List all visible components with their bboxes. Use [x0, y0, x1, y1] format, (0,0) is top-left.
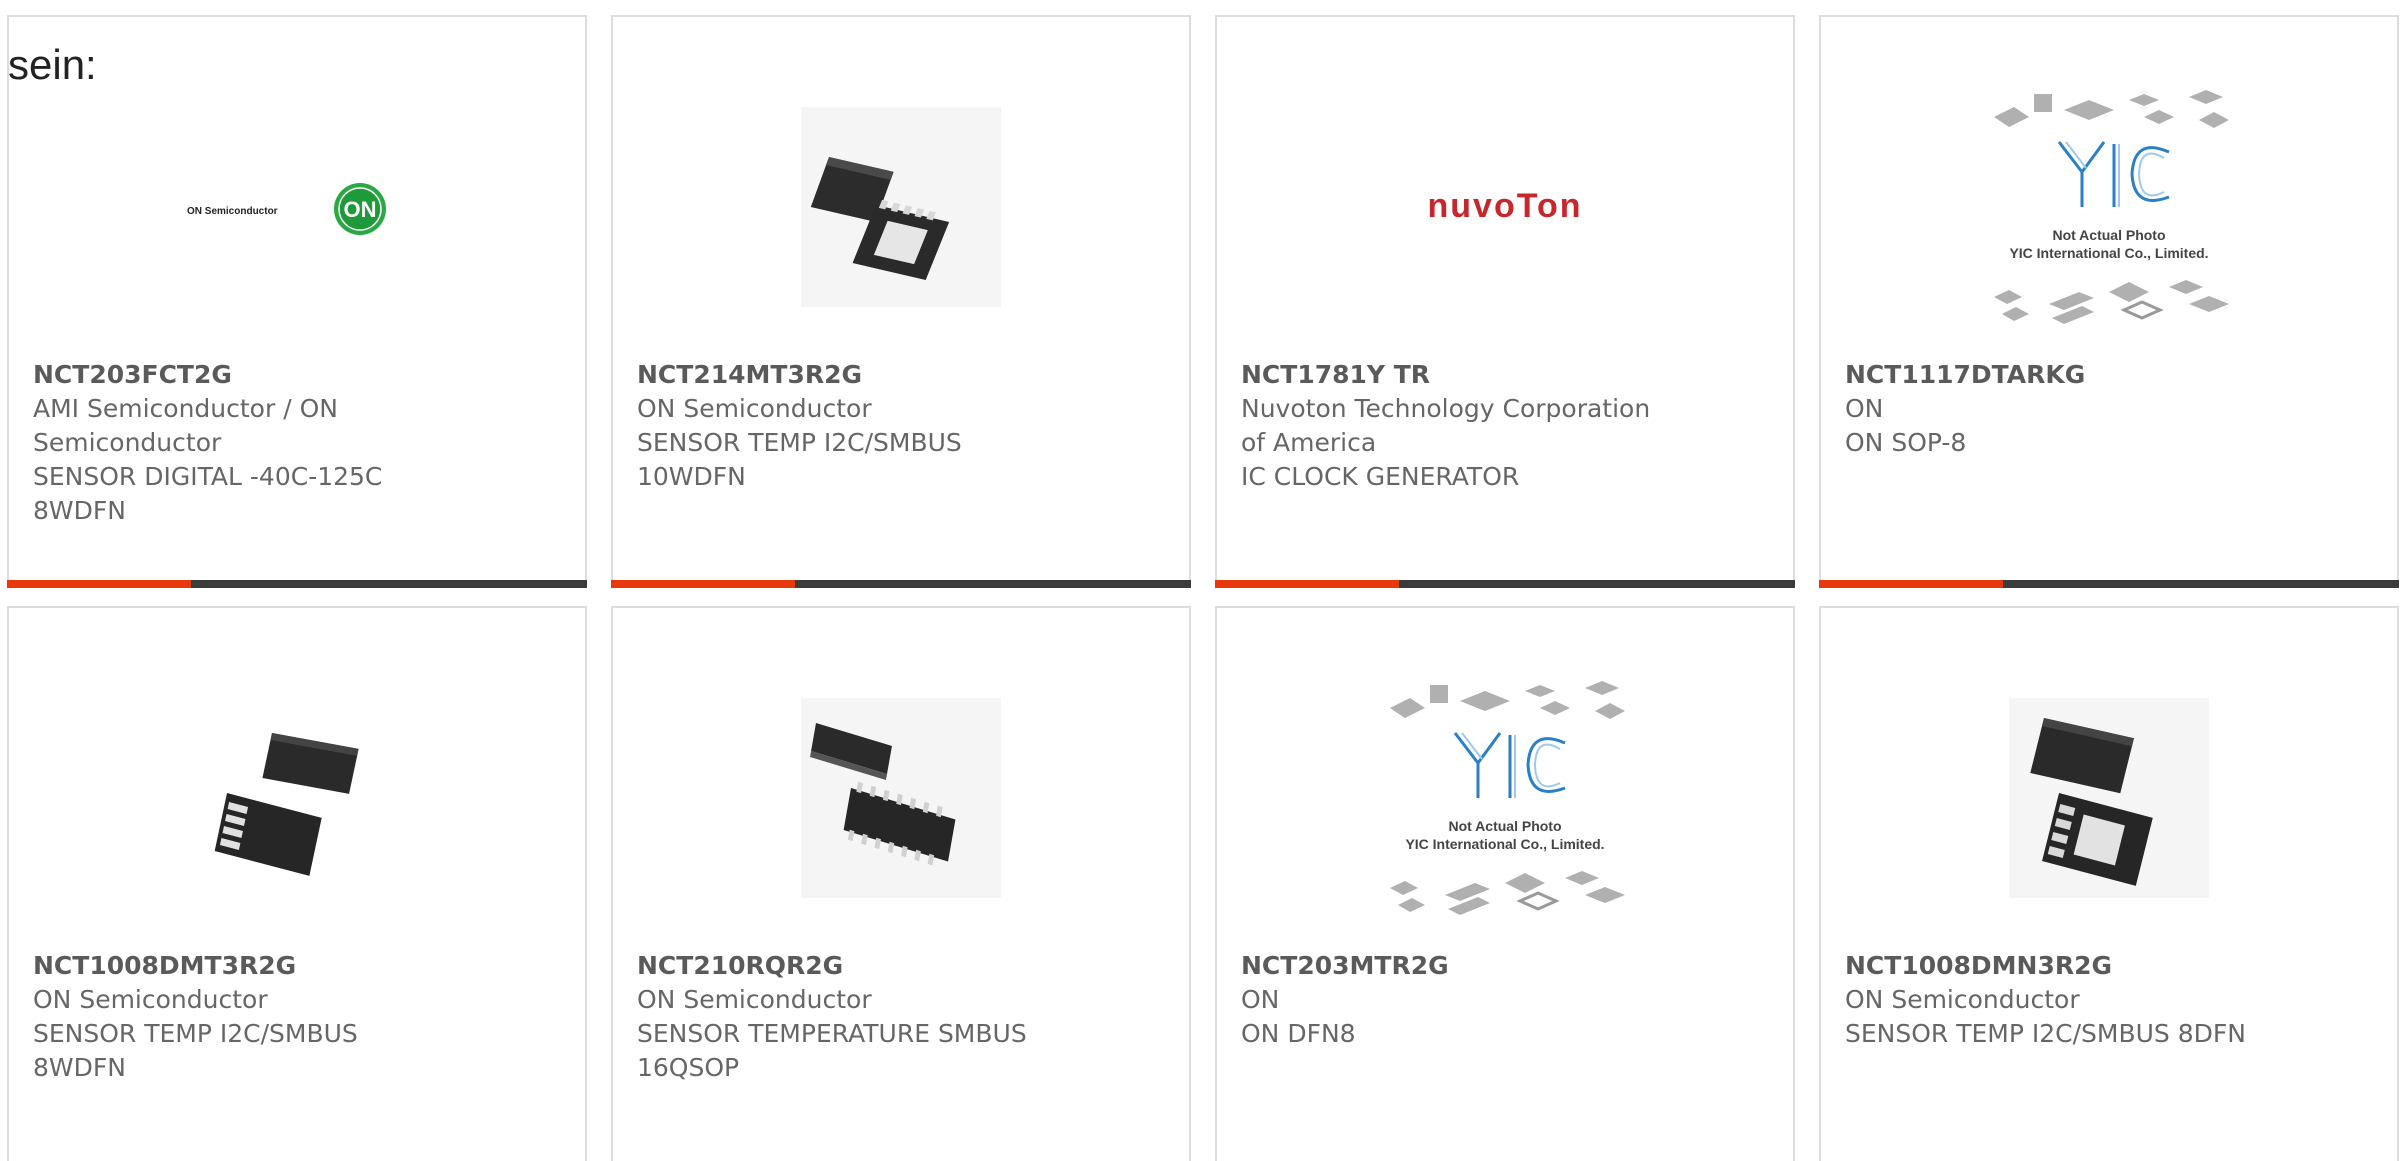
product-image[interactable]: Not Actual Photo YIC International Co., …	[1964, 82, 2254, 332]
accent-segment	[7, 580, 191, 588]
description: IC CLOCK GENERATOR	[1241, 462, 1520, 491]
placeholder-caption: Not Actual Photo	[2052, 227, 2165, 243]
description: SENSOR DIGITAL -40C-125C 8WDFN	[33, 462, 383, 525]
description: SENSOR TEMP I2C/SMBUS 10WDFN	[637, 428, 962, 491]
product-info: NCT1008DMT3R2G ON Semiconductor SENSOR T…	[33, 949, 453, 1085]
placeholder-company: YIC International Co., Limited.	[1405, 836, 1604, 852]
manufacturer: Nuvoton Technology Corporation of Americ…	[1241, 394, 1651, 457]
manufacturer: ON	[1241, 985, 1280, 1014]
logo-text: nuvoTon	[1428, 187, 1583, 225]
part-number[interactable]: NCT1008DMT3R2G	[33, 949, 453, 983]
part-number[interactable]: NCT1008DMN3R2G	[1845, 949, 2265, 983]
manufacturer: ON Semiconductor	[1845, 985, 2080, 1014]
product-card[interactable]: Not Actual Photo YIC International Co., …	[1819, 15, 2399, 588]
product-image[interactable]: nuvoTon	[1360, 82, 1650, 332]
product-card[interactable]: ON Semiconductor ON NCT203FCT2G AMI Semi…	[7, 15, 587, 588]
card-accent-bar	[1819, 580, 2399, 588]
chip-icon	[2009, 698, 2209, 898]
description: ON DFN8	[1241, 1019, 1356, 1048]
description: SENSOR TEMP I2C/SMBUS 8WDFN	[33, 1019, 358, 1082]
manufacturer: ON	[1845, 394, 1884, 423]
part-number[interactable]: NCT1117DTARKG	[1845, 358, 2265, 392]
description: ON SOP-8	[1845, 428, 1967, 457]
product-info: NCT210RQR2G ON Semiconductor SENSOR TEMP…	[637, 949, 1057, 1085]
product-card[interactable]: Not Actual Photo YIC International Co., …	[1215, 606, 1795, 1161]
product-image[interactable]: Not Actual Photo YIC International Co., …	[1360, 673, 1650, 923]
product-image[interactable]	[1964, 673, 2254, 923]
placeholder-company: YIC International Co., Limited.	[2009, 245, 2208, 261]
accent-segment	[1819, 580, 2003, 588]
product-info: NCT1008DMN3R2G ON Semiconductor SENSOR T…	[1845, 949, 2265, 1051]
logo-text: ON Semiconductor	[187, 206, 278, 217]
chip-icon	[801, 107, 1001, 307]
chip-icon	[801, 698, 1001, 898]
logo-mark: ON	[344, 197, 377, 222]
manufacturer: ON Semiconductor	[637, 985, 872, 1014]
product-card[interactable]: NCT1008DMT3R2G ON Semiconductor SENSOR T…	[7, 606, 587, 1161]
card-accent-bar	[1215, 580, 1795, 588]
on-semiconductor-logo: ON Semiconductor ON	[187, 183, 386, 235]
accent-segment	[1215, 580, 1399, 588]
product-card[interactable]: NCT214MT3R2G ON Semiconductor SENSOR TEM…	[611, 15, 1191, 588]
manufacturer: ON Semiconductor	[637, 394, 872, 423]
product-image[interactable]	[756, 82, 1046, 332]
product-info: NCT203MTR2G ON ON DFN8	[1241, 949, 1661, 1051]
product-info: NCT1117DTARKG ON ON SOP-8	[1845, 358, 2265, 460]
manufacturer: ON Semiconductor	[33, 985, 268, 1014]
card-accent-bar	[7, 580, 587, 588]
header-text: sein:	[8, 41, 97, 88]
product-grid-page: sein: ON Semiconductor ON NCT203FCT2G AM…	[0, 0, 2400, 1161]
part-number[interactable]: NCT203MTR2G	[1241, 949, 1661, 983]
part-number[interactable]: NCT210RQR2G	[637, 949, 1057, 983]
product-info: NCT214MT3R2G ON Semiconductor SENSOR TEM…	[637, 358, 1057, 494]
part-number[interactable]: NCT1781Y TR	[1241, 358, 1661, 392]
product-card[interactable]: nuvoTon NCT1781Y TR Nuvoton Technology C…	[1215, 15, 1795, 588]
description: SENSOR TEMPERATURE SMBUS 16QSOP	[637, 1019, 1027, 1082]
placeholder-caption: Not Actual Photo	[1448, 818, 1561, 834]
yic-placeholder-image: Not Actual Photo YIC International Co., …	[1390, 681, 1625, 915]
product-card[interactable]: NCT210RQR2G ON Semiconductor SENSOR TEMP…	[611, 606, 1191, 1161]
product-card[interactable]: NCT1008DMN3R2G ON Semiconductor SENSOR T…	[1819, 606, 2399, 1161]
product-info: NCT1781Y TR Nuvoton Technology Corporati…	[1241, 358, 1661, 494]
yic-placeholder-image: Not Actual Photo YIC International Co., …	[1994, 90, 2229, 324]
product-image[interactable]: ON Semiconductor ON	[152, 82, 442, 332]
chip-icon	[214, 733, 359, 876]
part-number[interactable]: NCT214MT3R2G	[637, 358, 1057, 392]
nuvoton-logo: nuvoTon	[1428, 187, 1583, 225]
product-info: NCT203FCT2G AMI Semiconductor / ON Semic…	[33, 358, 453, 528]
description: SENSOR TEMP I2C/SMBUS 8DFN	[1845, 1019, 2246, 1048]
card-accent-bar	[611, 580, 1191, 588]
part-number[interactable]: NCT203FCT2G	[33, 358, 453, 392]
product-image[interactable]	[152, 673, 442, 923]
manufacturer: AMI Semiconductor / ON Semiconductor	[33, 394, 338, 457]
product-image[interactable]	[756, 673, 1046, 923]
accent-segment	[611, 580, 795, 588]
